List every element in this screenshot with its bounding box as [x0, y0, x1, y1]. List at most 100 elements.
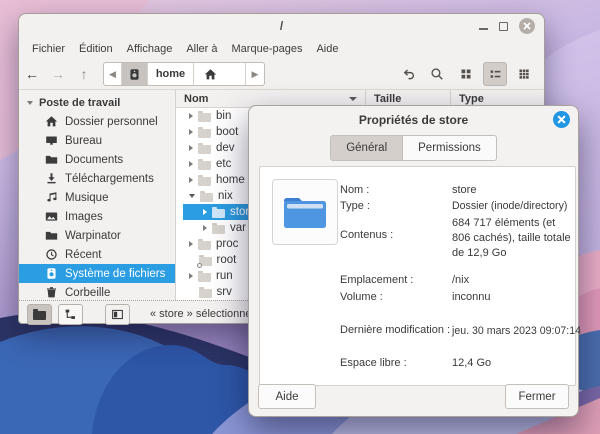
dialog-title: Propriétés de store	[359, 113, 468, 127]
house-icon	[204, 68, 217, 81]
sidebar-item-telechargements[interactable]: Téléchargements	[19, 169, 175, 188]
sidebar-item-recent[interactable]: Récent	[19, 245, 175, 264]
tree-view-icon	[64, 308, 77, 321]
folder-icon	[198, 161, 211, 170]
toolbar: ← → ↑ ◀ home ▶	[19, 59, 544, 90]
field-value-modification: jeu. 30 mars 2023 09:07:14	[452, 325, 581, 337]
sidebar-item-bureau[interactable]: Bureau	[19, 131, 175, 150]
filesystem-icon	[45, 267, 58, 280]
path-scroll-left-icon[interactable]: ◀	[104, 63, 122, 85]
properties-dialog: Propriétés de store Général Permissions …	[248, 105, 579, 417]
path-segment-house[interactable]	[194, 63, 246, 85]
path-segment-computer[interactable]	[122, 63, 148, 85]
menu-fichier[interactable]: Fichier	[25, 41, 72, 57]
field-label-contenus: Contenus :	[340, 229, 393, 241]
expander-icon[interactable]	[189, 129, 193, 135]
folder-icon	[45, 153, 58, 166]
compact-view-button[interactable]	[512, 62, 536, 86]
tab-general[interactable]: Général	[330, 135, 403, 161]
emblem-icon	[197, 263, 202, 268]
expander-icon[interactable]	[189, 161, 193, 167]
sidebar-item-dossier-personnel[interactable]: Dossier personnel	[19, 112, 175, 131]
sidebar-item-warpinator[interactable]: Warpinator	[19, 226, 175, 245]
path-scroll-right-icon[interactable]: ▶	[246, 63, 264, 85]
expander-icon[interactable]	[189, 145, 193, 151]
close-button[interactable]	[519, 18, 535, 34]
folder-icon	[198, 145, 211, 154]
minimize-button[interactable]	[479, 28, 488, 30]
folder-locked-icon	[199, 257, 212, 266]
field-value-emplacement: /nix	[452, 274, 469, 286]
show-treeview-button[interactable]	[58, 304, 83, 325]
field-label-espace-libre: Espace libre :	[340, 357, 407, 369]
menu-edition[interactable]: Édition	[72, 41, 120, 57]
back-button[interactable]: ←	[19, 66, 45, 82]
computer-icon	[128, 68, 141, 81]
help-button[interactable]: Aide	[258, 384, 316, 409]
search-icon[interactable]	[425, 62, 449, 86]
folder-icon	[198, 113, 211, 122]
toggle-sidepane-button[interactable]	[105, 304, 130, 325]
menubar: Fichier Édition Affichage Aller à Marque…	[19, 38, 544, 59]
expander-icon[interactable]	[189, 113, 193, 119]
sidebar-header[interactable]: Poste de travail	[19, 93, 175, 112]
sidebar-item-systeme-de-fichiers[interactable]: Système de fichiers	[19, 264, 175, 283]
folder-icon	[198, 177, 211, 186]
dialog-content: Nom : store Type : Dossier (inode/direct…	[259, 166, 576, 386]
desktop-icon	[45, 134, 58, 147]
window-title: /	[280, 19, 283, 33]
maximize-button[interactable]	[499, 22, 508, 31]
forward-button[interactable]: →	[45, 66, 71, 82]
expander-icon[interactable]	[189, 273, 193, 279]
close-icon	[523, 22, 531, 30]
menu-aide[interactable]: Aide	[309, 41, 345, 57]
expander-icon[interactable]	[189, 177, 193, 183]
field-label-modification: Dernière modification :	[340, 324, 450, 336]
dialog-close-button[interactable]	[553, 111, 570, 128]
icon-view-button[interactable]	[454, 62, 478, 86]
sidebar-item-documents[interactable]: Documents	[19, 150, 175, 169]
sidebar-item-corbeille[interactable]: Corbeille	[19, 283, 175, 300]
titlebar: /	[19, 14, 544, 38]
dialog-tabs: Général Permissions	[249, 135, 578, 161]
menu-marque-pages[interactable]: Marque-pages	[225, 41, 310, 57]
list-view-button[interactable]	[483, 62, 507, 86]
show-places-button[interactable]	[27, 304, 52, 325]
blue-folder-icon	[282, 193, 328, 231]
sort-arrow-icon	[349, 97, 357, 101]
download-icon	[45, 172, 58, 185]
expander-icon[interactable]	[203, 209, 207, 215]
folder-icon	[199, 289, 212, 298]
up-button[interactable]: ↑	[71, 66, 97, 82]
path-bar: ◀ home ▶	[103, 62, 265, 86]
menu-aller-a[interactable]: Aller à	[179, 41, 224, 57]
field-label-emplacement: Emplacement :	[340, 274, 413, 286]
sidebar-item-images[interactable]: Images	[19, 207, 175, 226]
field-value-contenus: 684 717 éléments (et 806 cachés), taille…	[452, 216, 576, 261]
close-dialog-button[interactable]: Fermer	[505, 384, 569, 409]
expander-icon[interactable]	[203, 225, 207, 231]
folder-icon	[200, 193, 213, 202]
tab-permissions[interactable]: Permissions	[403, 135, 497, 161]
folder-icon	[198, 273, 211, 282]
dialog-titlebar: Propriétés de store	[249, 106, 578, 133]
sidebar: Poste de travail Dossier personnel Burea…	[19, 90, 176, 300]
field-label-type: Type :	[340, 200, 370, 212]
path-segment-home[interactable]: home	[148, 63, 194, 85]
toolbar-view-controls	[396, 62, 536, 86]
folder-icon	[198, 241, 211, 250]
file-icon-box	[272, 179, 338, 245]
places-folder-icon	[33, 311, 46, 320]
clock-icon	[45, 248, 58, 261]
toggle-location-icon[interactable]	[396, 62, 420, 86]
field-label-nom: Nom :	[340, 184, 369, 196]
expander-icon[interactable]	[189, 241, 193, 247]
folder-icon	[45, 229, 58, 242]
expander-icon[interactable]	[189, 194, 195, 198]
menu-affichage[interactable]: Affichage	[120, 41, 180, 57]
sidebar-item-musique[interactable]: Musique	[19, 188, 175, 207]
music-note-icon	[45, 191, 58, 204]
field-value-type: Dossier (inode/directory)	[452, 200, 567, 212]
field-value-volume: inconnu	[452, 291, 491, 303]
side-pane-icon	[111, 308, 124, 321]
